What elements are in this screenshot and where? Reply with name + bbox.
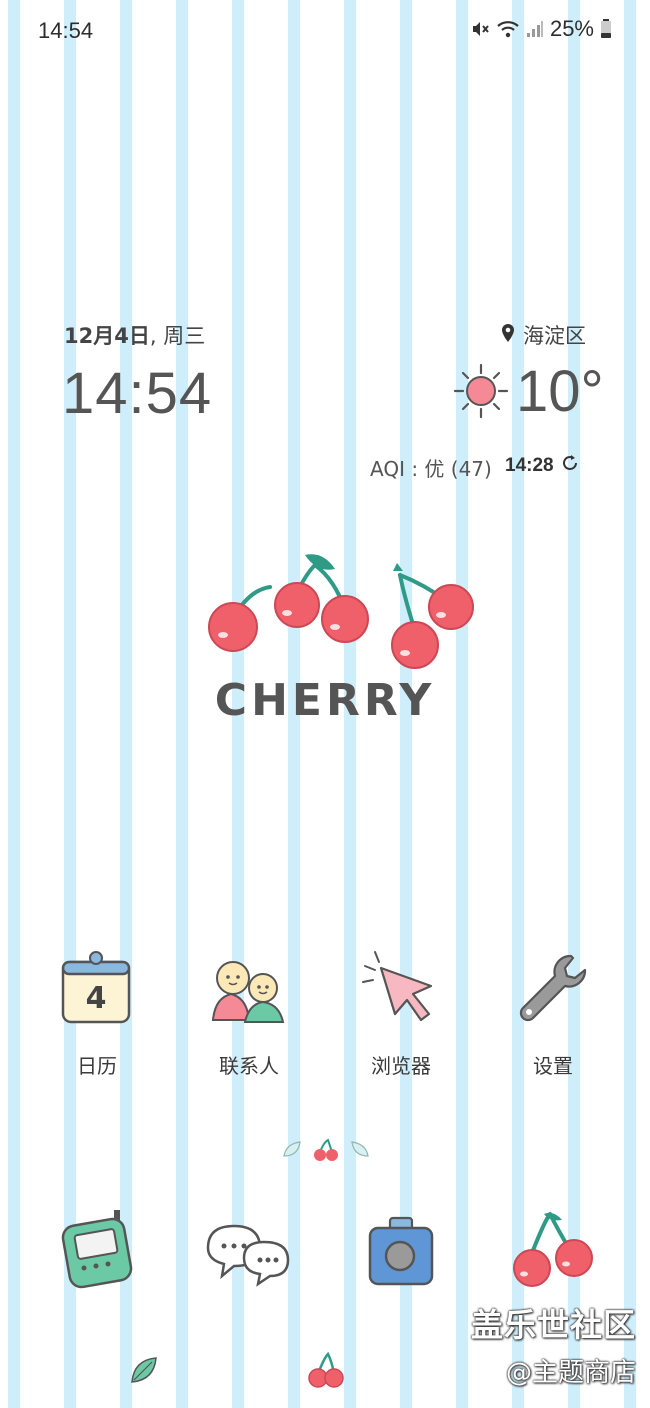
cherry-page-dot-icon[interactable] (312, 1138, 340, 1167)
gallery-cherry-icon (513, 1212, 593, 1287)
signal-icon (526, 20, 544, 38)
watermark: 盖乐世社区 @主题商店 (471, 1300, 636, 1389)
app-contacts[interactable]: 联系人 (184, 948, 314, 1079)
updated-time: 14:28 (505, 455, 554, 476)
leaf-icon (128, 1354, 160, 1391)
dock-messages[interactable] (200, 1214, 310, 1304)
contacts-icon (209, 948, 289, 1028)
dock-phone[interactable] (48, 1210, 158, 1300)
calendar-icon: 4 (57, 948, 137, 1028)
clock-time[interactable]: 14:54 (62, 360, 212, 427)
mute-icon (470, 19, 490, 39)
app-calendar[interactable]: 4 日历 (32, 948, 162, 1079)
date-text[interactable]: 12月4日, 周三 (64, 320, 205, 350)
location-pin-icon (501, 323, 515, 347)
status-time: 14:54 (38, 18, 94, 43)
page-indicator[interactable] (282, 1138, 370, 1167)
app-browser[interactable]: 浏览器 (336, 948, 466, 1079)
app-label: 浏览器 (371, 1054, 431, 1078)
watermark-line2: @主题商店 (505, 1358, 636, 1388)
refresh-icon[interactable] (560, 453, 580, 479)
dock-camera[interactable] (352, 1212, 462, 1302)
camera-icon (368, 1216, 434, 1286)
watermark-line1: 盖乐世社区 (470, 1306, 636, 1344)
cherry-word: CHERRY (214, 675, 436, 726)
status-icons: 25% (470, 16, 612, 42)
wifi-icon (496, 19, 520, 39)
phone-icon (61, 1210, 133, 1289)
sunny-weather-icon[interactable] (452, 362, 510, 425)
browser-cursor-icon (361, 948, 441, 1028)
messages-icon (206, 1224, 290, 1287)
battery-text: 25% (549, 16, 594, 41)
weather-updated[interactable]: 14:28 (505, 453, 580, 479)
cherry-illustration (195, 545, 485, 680)
date-weekday: , 周三 (149, 324, 206, 348)
app-label: 日历 (77, 1054, 117, 1078)
temperature[interactable]: 10° (516, 358, 604, 425)
app-settings[interactable]: 设置 (488, 948, 618, 1079)
battery-icon (600, 19, 612, 39)
date-month-day: 12月4日 (64, 324, 150, 348)
location[interactable]: 海淀区 (501, 320, 586, 350)
cherry-icon (306, 1351, 346, 1393)
leaf-page-dot-icon[interactable] (282, 1140, 302, 1165)
leaf-page-dot-icon[interactable] (350, 1140, 370, 1165)
app-label: 设置 (533, 1054, 573, 1078)
aqi-text: AQI : 优 (47) (370, 457, 492, 481)
wrench-icon (513, 948, 593, 1028)
dock-gallery[interactable] (500, 1210, 610, 1300)
calendar-day: 4 (86, 981, 107, 1016)
app-label: 联系人 (219, 1054, 279, 1078)
location-name: 海淀区 (523, 324, 586, 348)
